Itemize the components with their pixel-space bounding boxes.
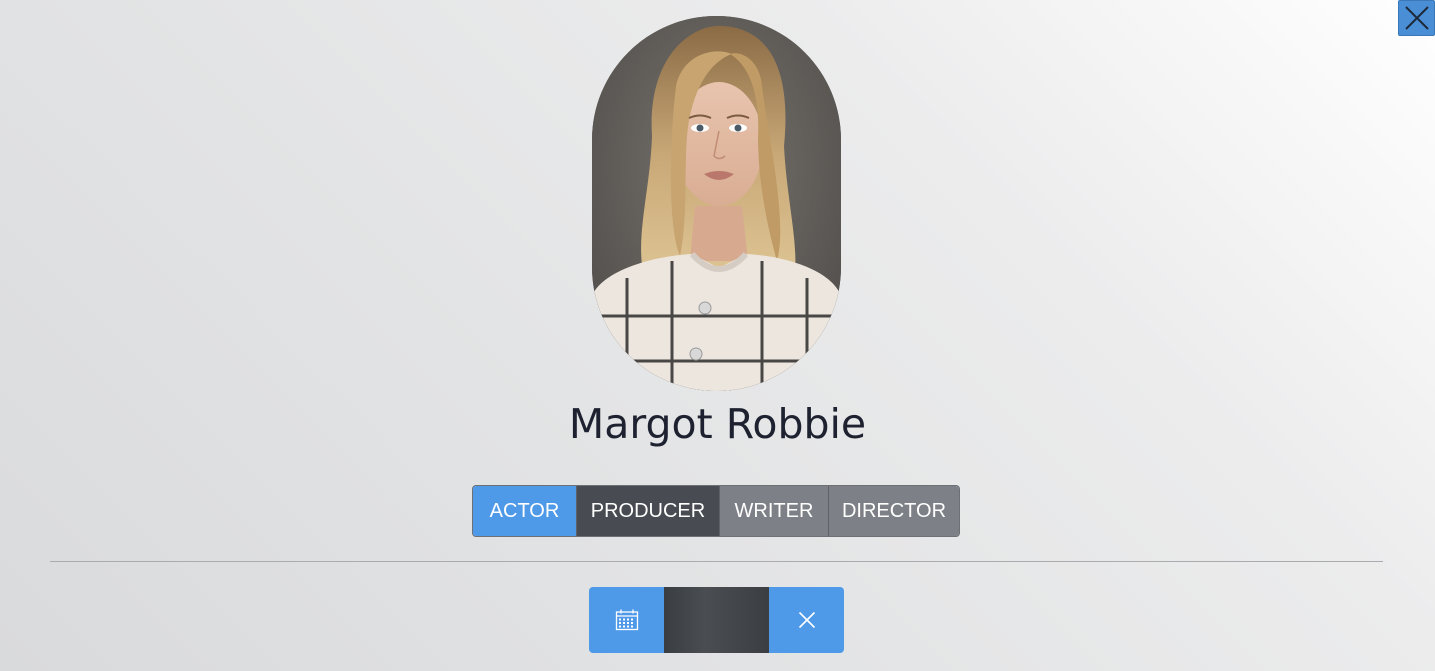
close-icon	[798, 611, 815, 629]
date-filter-group	[589, 587, 844, 653]
tab-producer[interactable]: PRODUCER	[576, 486, 719, 536]
tab-writer[interactable]: WRITER	[719, 486, 828, 536]
profile-photo	[592, 16, 841, 391]
date-display[interactable]	[664, 587, 769, 653]
tab-director[interactable]: DIRECTOR	[828, 486, 959, 536]
calendar-button[interactable]	[589, 587, 664, 653]
clear-button[interactable]	[769, 587, 844, 653]
person-name: Margot Robbie	[568, 400, 867, 448]
calendar-icon	[615, 609, 638, 631]
close-icon	[1404, 6, 1429, 30]
role-tabs: ACTOR PRODUCER WRITER DIRECTOR	[472, 485, 960, 537]
divider	[50, 561, 1383, 562]
tab-actor[interactable]: ACTOR	[473, 486, 576, 536]
close-button[interactable]	[1398, 0, 1435, 36]
